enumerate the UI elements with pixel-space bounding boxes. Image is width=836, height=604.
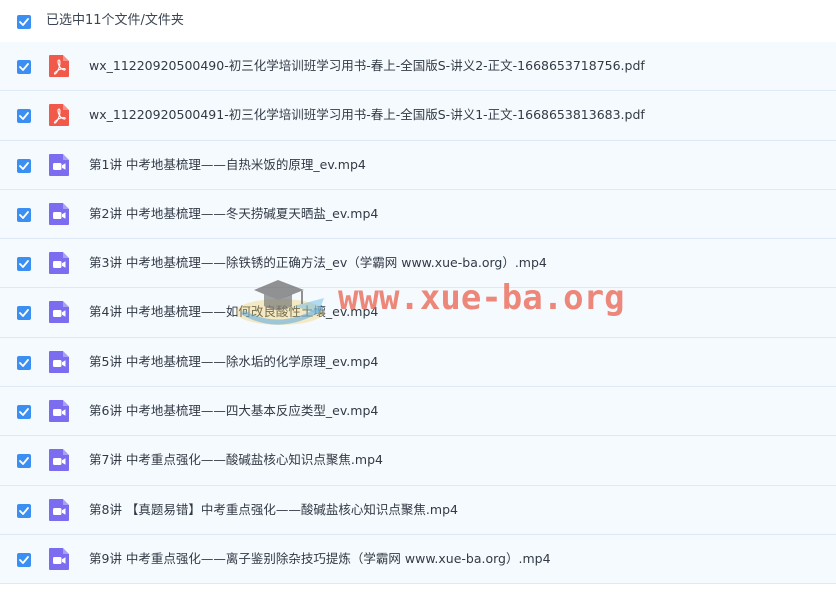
- check-icon: [19, 210, 29, 219]
- file-name[interactable]: 第9讲 中考重点强化——离子鉴别除杂技巧提炼（学霸网 www.xue-ba.or…: [89, 550, 551, 568]
- file-checkbox[interactable]: [17, 405, 31, 420]
- file-name[interactable]: wx_11220920500491-初三化学培训班学习用书-春上-全国版S-讲义…: [89, 106, 645, 124]
- check-icon: [19, 309, 29, 318]
- check-icon: [19, 260, 29, 269]
- video-icon: [49, 547, 69, 570]
- video-icon: [49, 153, 69, 176]
- file-row[interactable]: 第7讲 中考重点强化——酸碱盐核心知识点聚焦.mp4: [0, 436, 836, 486]
- video-icon: [49, 400, 69, 423]
- file-row[interactable]: 第9讲 中考重点强化——离子鉴别除杂技巧提炼（学霸网 www.xue-ba.or…: [0, 534, 836, 585]
- select-all-checkbox[interactable]: [17, 15, 31, 29]
- check-icon: [19, 506, 29, 515]
- file-row[interactable]: 第4讲 中考地基梳理——如何改良酸性土壤_ev.mp4: [0, 288, 836, 338]
- pdf-icon: [49, 55, 69, 77]
- video-icon: [49, 350, 69, 373]
- file-row[interactable]: 第3讲 中考地基梳理——除铁锈的正确方法_ev（学霸网 www.xue-ba.o…: [0, 239, 836, 289]
- file-checkbox[interactable]: [17, 454, 31, 469]
- check-icon: [19, 161, 29, 170]
- file-name[interactable]: 第7讲 中考重点强化——酸碱盐核心知识点聚焦.mp4: [89, 451, 383, 469]
- video-icon: [49, 252, 69, 275]
- pdf-icon: [49, 104, 69, 127]
- file-checkbox[interactable]: [17, 207, 31, 222]
- file-name[interactable]: 第1讲 中考地基梳理——自热米饭的原理_ev.mp4: [89, 156, 366, 174]
- file-checkbox[interactable]: [17, 552, 31, 567]
- file-checkbox[interactable]: [17, 60, 31, 74]
- file-checkbox[interactable]: [17, 158, 31, 173]
- video-icon: [49, 301, 69, 324]
- file-checkbox[interactable]: [17, 109, 31, 124]
- selection-summary: 已选中11个文件/文件夹: [46, 13, 184, 28]
- file-row[interactable]: 第5讲 中考地基梳理——除水垢的化学原理_ev.mp4: [0, 337, 836, 388]
- check-icon: [19, 457, 29, 466]
- check-icon: [19, 556, 29, 564]
- file-name[interactable]: wx_11220920500490-初三化学培训班学习用书-春上-全国版S-讲义…: [89, 57, 645, 75]
- check-icon: [19, 18, 29, 26]
- check-icon: [19, 112, 29, 121]
- file-name[interactable]: 第3讲 中考地基梳理——除铁锈的正确方法_ev（学霸网 www.xue-ba.o…: [89, 254, 547, 272]
- file-row[interactable]: 第1讲 中考地基梳理——自热米饭的原理_ev.mp4: [0, 140, 836, 190]
- check-icon: [19, 408, 29, 416]
- check-icon: [19, 63, 29, 71]
- file-name[interactable]: 第2讲 中考地基梳理——冬天捞碱夏天晒盐_ev.mp4: [89, 205, 378, 223]
- selection-header: 已选中11个文件/文件夹: [0, 0, 836, 42]
- file-name[interactable]: 第8讲 【真题易错】中考重点强化——酸碱盐核心知识点聚焦.mp4: [89, 501, 458, 519]
- file-name[interactable]: 第5讲 中考地基梳理——除水垢的化学原理_ev.mp4: [89, 353, 378, 371]
- file-row[interactable]: 第6讲 中考地基梳理——四大基本反应类型_ev.mp4: [0, 387, 836, 437]
- file-checkbox[interactable]: [17, 503, 31, 518]
- video-icon: [49, 449, 69, 472]
- check-icon: [19, 358, 29, 367]
- file-row[interactable]: 第8讲 【真题易错】中考重点强化——酸碱盐核心知识点聚焦.mp4: [0, 485, 836, 535]
- file-checkbox[interactable]: [17, 306, 31, 321]
- file-checkbox[interactable]: [17, 355, 31, 370]
- video-icon: [49, 498, 69, 521]
- file-row[interactable]: wx_11220920500491-初三化学培训班学习用书-春上-全国版S-讲义…: [0, 91, 836, 141]
- file-name[interactable]: 第6讲 中考地基梳理——四大基本反应类型_ev.mp4: [89, 402, 378, 420]
- file-checkbox[interactable]: [17, 257, 31, 272]
- file-row[interactable]: wx_11220920500490-初三化学培训班学习用书-春上-全国版S-讲义…: [0, 42, 836, 92]
- video-icon: [49, 202, 69, 225]
- file-list: wx_11220920500490-初三化学培训班学习用书-春上-全国版S-讲义…: [0, 42, 836, 585]
- file-name[interactable]: 第4讲 中考地基梳理——如何改良酸性土壤_ev.mp4: [89, 303, 378, 321]
- file-selection-panel: 已选中11个文件/文件夹 wx_11220920500490-初三化学培训班学习…: [0, 0, 836, 604]
- file-row[interactable]: 第2讲 中考地基梳理——冬天捞碱夏天晒盐_ev.mp4: [0, 189, 836, 240]
